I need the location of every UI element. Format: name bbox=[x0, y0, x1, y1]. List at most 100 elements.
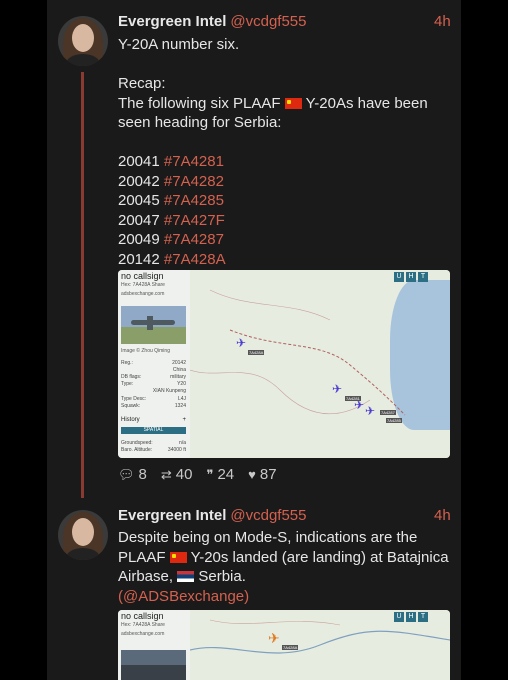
aircraft-marker-icon[interactable]: ✈ bbox=[332, 382, 342, 396]
hashtag-link[interactable]: #7A4282 bbox=[164, 173, 224, 190]
author-handle[interactable]: @vcdgf555 bbox=[230, 13, 306, 30]
map-control-u[interactable]: U bbox=[394, 272, 404, 282]
reply-button[interactable]: 💬︎ 8 bbox=[118, 466, 147, 483]
tweet-media-image[interactable]: no callsign Hex: 7A428A Share adsbexchan… bbox=[118, 270, 450, 458]
china-flag-icon bbox=[169, 551, 187, 563]
info-row: Squawk: 1324 bbox=[121, 403, 186, 409]
map-control-t[interactable]: T bbox=[418, 272, 428, 282]
tweet-timestamp[interactable]: 4h bbox=[434, 13, 451, 30]
info-row: Type: Y20 bbox=[121, 381, 186, 387]
hashtag-link[interactable]: #7A4281 bbox=[164, 153, 224, 170]
tweet-header: Evergreen Intel @vcdgf555 bbox=[118, 13, 307, 30]
author-name[interactable]: Evergreen Intel bbox=[118, 507, 226, 524]
aircraft-tag: 7A4281 bbox=[345, 396, 361, 401]
hashtag-link[interactable]: #7A4287 bbox=[164, 231, 224, 248]
aircraft-tag: 7A428A bbox=[248, 350, 265, 355]
list-item: 20049 #7A4287 bbox=[118, 230, 448, 250]
heart-icon: ♥ bbox=[248, 467, 256, 482]
aircraft-number: 20049 bbox=[118, 231, 160, 248]
tweet-line: Airbase, Serbia. bbox=[118, 567, 453, 587]
thread-line bbox=[81, 72, 84, 498]
list-item: 20045 #7A4285 bbox=[118, 191, 448, 211]
info-row: Baro. Altitude: 34000 ft bbox=[121, 447, 186, 453]
tweet-text: Airbase, bbox=[118, 568, 178, 585]
like-button[interactable]: ♥ 87 bbox=[248, 466, 276, 483]
tweet-text: Serbia. bbox=[194, 568, 246, 585]
list-item: 20042 #7A4282 bbox=[118, 172, 448, 192]
map-control-h[interactable]: H bbox=[406, 272, 416, 282]
map-control-t[interactable]: T bbox=[418, 612, 428, 622]
hex-label: Hex: 7A428A Share bbox=[121, 282, 165, 288]
callsign-label: no callsign bbox=[121, 271, 164, 281]
flight-map: ✈ ✈ ✈ ✈ 7A428A 7A4281 7A4287 7A4285 U H … bbox=[190, 270, 450, 458]
hashtag-link[interactable]: #7A4285 bbox=[164, 192, 224, 209]
mention-link[interactable]: (@ADSBexchange) bbox=[118, 588, 249, 605]
comment-icon: 💬︎ bbox=[118, 466, 135, 482]
tweet-actions: 💬︎ 8 ⇄ 40 ❞ 24 ♥ 87 bbox=[118, 466, 277, 483]
tweet-header: Evergreen Intel @vcdgf555 bbox=[118, 507, 307, 524]
aircraft-number: 20042 bbox=[118, 172, 160, 190]
tweet-line: Recap: bbox=[118, 75, 166, 92]
map-control-u[interactable]: U bbox=[394, 612, 404, 622]
quote-count: 24 bbox=[217, 466, 235, 483]
retweet-button[interactable]: ⇄ 40 bbox=[161, 466, 193, 483]
like-count: 87 bbox=[259, 466, 277, 483]
aircraft-photo bbox=[121, 306, 186, 344]
aircraft-marker-icon[interactable]: ✈ bbox=[268, 630, 280, 647]
tweet-timestamp[interactable]: 4h bbox=[434, 507, 451, 524]
tweet-media-image[interactable]: no callsign Hex: 7A428A Share adsbexchan… bbox=[118, 610, 450, 680]
hashtag-link[interactable]: #7A428A bbox=[164, 251, 226, 268]
tweet-line: The following six PLAAF Y-20As have been bbox=[118, 94, 448, 114]
avatar[interactable] bbox=[58, 16, 108, 66]
info-row: DB flags: military bbox=[121, 374, 186, 380]
spatial-bar: SPATIAL bbox=[121, 427, 186, 434]
photo-credit: Image © Zhou Qiming bbox=[121, 348, 170, 354]
route-overlay bbox=[190, 289, 406, 416]
aircraft-list: 20041 #7A4281 20042 #7A4282 20045 #7A428… bbox=[118, 152, 448, 269]
info-row: Groundspeed: n/a bbox=[121, 440, 186, 446]
aircraft-number: 20047 bbox=[118, 211, 160, 229]
reply-count: 8 bbox=[138, 466, 147, 483]
tweet-body: Y-20A number six. Recap: The following s… bbox=[118, 35, 448, 269]
site-label: adsbexchange.com bbox=[121, 291, 165, 297]
aircraft-number: 20142 bbox=[118, 250, 160, 268]
avatar[interactable] bbox=[58, 510, 108, 560]
hashtag-link[interactable]: #7A427F bbox=[164, 212, 225, 229]
tweet-text: Y-20s landed (are landing) at Batajnica bbox=[186, 548, 449, 566]
aircraft-tag: 7A4285 bbox=[386, 418, 402, 423]
tweet-line: Despite being on Mode-S, indications are… bbox=[118, 529, 418, 546]
serbia-flag-icon bbox=[177, 571, 195, 582]
tweet-text: PLAAF bbox=[118, 548, 170, 566]
list-item: 20041 #7A4281 bbox=[118, 152, 448, 172]
quote-button[interactable]: ❞ 24 bbox=[206, 466, 234, 483]
aircraft-number: 20045 bbox=[118, 192, 160, 209]
info-row: Reg.: 20142 bbox=[121, 360, 186, 366]
tweet-line: PLAAF Y-20s landed (are landing) at Bata… bbox=[118, 548, 453, 568]
retweet-icon: ⇄ bbox=[160, 466, 172, 482]
tweet-text: Y-20As have been bbox=[301, 94, 428, 112]
quote-icon: ❞ bbox=[206, 466, 214, 482]
tweet-line: seen heading for Serbia: bbox=[118, 114, 282, 131]
aircraft-info-panel: no callsign Hex: 7A428A Share adsbexchan… bbox=[118, 270, 191, 458]
aircraft-info-panel: no callsign Hex: 7A428A Share adsbexchan… bbox=[118, 610, 191, 680]
retweet-count: 40 bbox=[175, 466, 193, 483]
author-name[interactable]: Evergreen Intel bbox=[118, 13, 226, 30]
site-label: adsbexchange.com bbox=[121, 631, 165, 637]
aircraft-marker-icon[interactable]: ✈ bbox=[365, 404, 375, 418]
flight-map: ✈ 7A428A U H T bbox=[190, 610, 450, 680]
info-row: XIAN Kunpeng bbox=[152, 388, 186, 394]
author-handle[interactable]: @vcdgf555 bbox=[230, 507, 306, 524]
callsign-label: no callsign bbox=[121, 611, 164, 621]
aircraft-marker-icon[interactable]: ✈ bbox=[236, 336, 246, 350]
info-row: Type Desc: L4J bbox=[121, 396, 186, 402]
tweet-text: The following six PLAAF bbox=[118, 94, 285, 112]
list-item: 20047 #7A427F bbox=[118, 211, 448, 231]
map-control-h[interactable]: H bbox=[406, 612, 416, 622]
aircraft-tag: 7A428A bbox=[282, 645, 299, 650]
china-flag-icon bbox=[284, 97, 302, 109]
history-row: History + bbox=[121, 417, 186, 423]
aircraft-number: 20041 bbox=[118, 153, 160, 170]
aircraft-tag: 7A4287 bbox=[380, 410, 396, 415]
info-row: China bbox=[172, 367, 186, 373]
tweet-line: (@ADSBexchange) bbox=[118, 587, 453, 607]
